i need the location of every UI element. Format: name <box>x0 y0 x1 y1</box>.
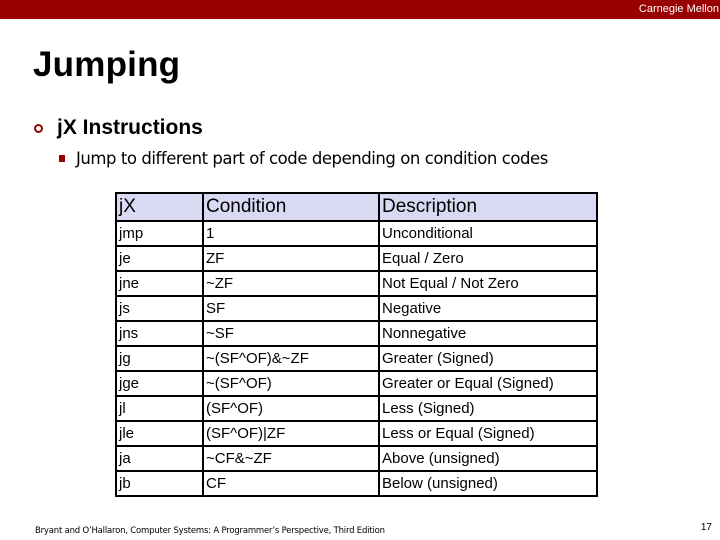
brand-label: Carnegie Mellon <box>638 3 719 15</box>
table-row: jg ~(SF^OF)&~ZF Greater (Signed) <box>115 345 598 372</box>
bullet-level-2: Jump to different part of code depending… <box>59 148 548 170</box>
cell-description: Nonnegative <box>378 320 598 347</box>
cell-instruction: jb <box>115 470 204 497</box>
table-row: jle (SF^OF)|ZF Less or Equal (Signed) <box>115 420 598 447</box>
hollow-circle-bullet-icon <box>34 123 43 133</box>
header-bar: Carnegie Mellon <box>0 0 720 19</box>
bullet-level-1: jX Instructions <box>34 114 203 142</box>
jump-instructions-table: jX Condition Description jmp 1 Uncondition… <box>115 192 598 497</box>
cell-description: Greater or Equal (Signed) <box>378 370 598 397</box>
cell-instruction: jg <box>115 345 204 372</box>
cell-condition: ~ZF <box>202 270 380 297</box>
cell-condition: (SF^OF)|ZF <box>202 420 380 447</box>
table-row: jb CF Below (unsigned) <box>115 470 598 497</box>
square-bullet-icon <box>59 154 65 162</box>
cell-description: Greater (Signed) <box>378 345 598 372</box>
cell-condition: ~(SF^OF) <box>202 370 380 397</box>
table-row: jl (SF^OF) Less (Signed) <box>115 395 598 422</box>
cell-instruction: je <box>115 245 204 272</box>
column-header-condition: Condition <box>202 192 380 222</box>
table-row: jne ~ZF Not Equal / Not Zero <box>115 270 598 297</box>
cell-description: Less (Signed) <box>378 395 598 422</box>
cell-condition: ZF <box>202 245 380 272</box>
cell-description: Above (unsigned) <box>378 445 598 472</box>
cell-description: Less or Equal (Signed) <box>378 420 598 447</box>
cell-description: Negative <box>378 295 598 322</box>
cell-description: Unconditional <box>378 220 598 247</box>
cell-condition: SF <box>202 295 380 322</box>
bullet-level-1-text: jX Instructions <box>57 116 203 139</box>
column-header-jx: jX <box>115 192 204 222</box>
cell-instruction: jne <box>115 270 204 297</box>
table-row: jge ~(SF^OF) Greater or Equal (Signed) <box>115 370 598 397</box>
table-row: je ZF Equal / Zero <box>115 245 598 272</box>
cell-condition: ~(SF^OF)&~ZF <box>202 345 380 372</box>
cell-condition: (SF^OF) <box>202 395 380 422</box>
cell-instruction: jmp <box>115 220 204 247</box>
cell-description: Not Equal / Not Zero <box>378 270 598 297</box>
table-row: ja ~CF&~ZF Above (unsigned) <box>115 445 598 472</box>
cell-instruction: jns <box>115 320 204 347</box>
cell-condition: ~SF <box>202 320 380 347</box>
bullet-level-2-text: Jump to different part of code depending… <box>76 149 548 168</box>
table-header-row: jX Condition Description <box>115 192 598 222</box>
cell-condition: ~CF&~ZF <box>202 445 380 472</box>
column-header-description: Description <box>378 192 598 222</box>
cell-instruction: js <box>115 295 204 322</box>
cell-condition: 1 <box>202 220 380 247</box>
slide-title: Jumping <box>33 45 181 84</box>
cell-instruction: ja <box>115 445 204 472</box>
table-row: jmp 1 Unconditional <box>115 220 598 247</box>
table-row: js SF Negative <box>115 295 598 322</box>
footer-citation: Bryant and O’Hallaron, Computer Systems:… <box>35 526 385 536</box>
cell-description: Equal / Zero <box>378 245 598 272</box>
cell-condition: CF <box>202 470 380 497</box>
cell-description: Below (unsigned) <box>378 470 598 497</box>
page-number: 17 <box>700 522 712 533</box>
table-row: jns ~SF Nonnegative <box>115 320 598 347</box>
cell-instruction: jl <box>115 395 204 422</box>
cell-instruction: jge <box>115 370 204 397</box>
cell-instruction: jle <box>115 420 204 447</box>
